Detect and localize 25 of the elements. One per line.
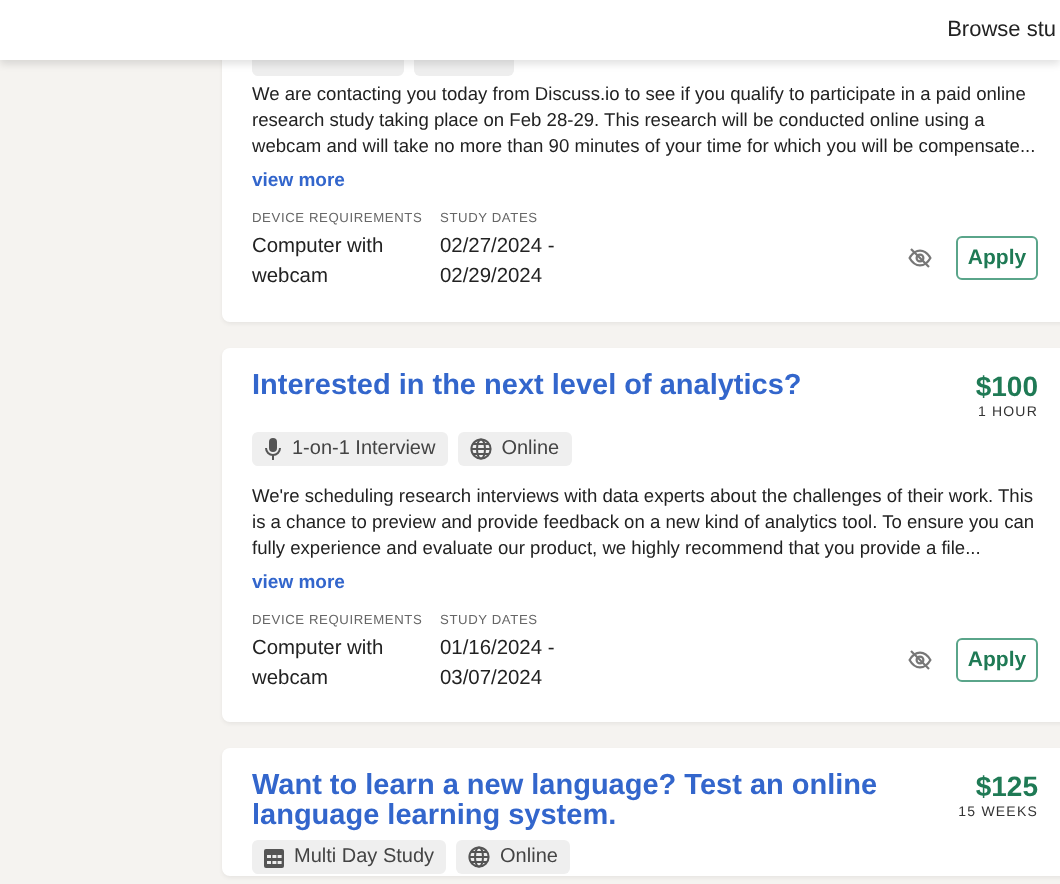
tag-chip: 1-on-1 Interview xyxy=(252,432,448,466)
apply-button[interactable]: Apply xyxy=(956,638,1038,682)
study-price: $100 xyxy=(975,370,1038,402)
field-value: 02/27/2024 - 02/29/2024 xyxy=(440,234,557,292)
field-value: Computer with webcam xyxy=(252,234,386,292)
apply-button[interactable]: Apply xyxy=(956,236,1038,280)
eye-slash-icon[interactable] xyxy=(908,650,932,670)
tag-chip: Multi Day Study xyxy=(252,840,447,874)
globe-icon xyxy=(469,438,492,460)
globe-icon xyxy=(468,846,491,868)
study-description: We are contacting you today from Discuss.io to see if you qualify to participate in a paid online research study taking place on Feb 28-29. This research will be conducted online using a webcam and will take no more than 90 minutes of your time for which you will be compensate... xyxy=(252,82,1038,160)
field-value: Computer with webcam xyxy=(252,636,386,694)
view-more-link[interactable]: view more xyxy=(252,168,345,194)
study-title[interactable]: Interested in the next level of analytics? xyxy=(252,372,912,420)
tag-chip: Online xyxy=(456,840,570,874)
microphone-icon xyxy=(264,438,282,460)
view-more-link[interactable]: view more xyxy=(252,570,345,596)
study-description: We're scheduling research interviews with data experts about the challenges of their work. This is a chance to preview and provide feedback on a new kind of analytics tool. To ensure you can fully experience and evaluate our product, we highly recommend that you provide a file... xyxy=(252,484,1037,562)
eye-slash-icon[interactable] xyxy=(908,248,932,268)
calendar-icon xyxy=(264,846,284,868)
browse-studies-link[interactable]: Browse stu xyxy=(947,18,1056,42)
field-value: 01/16/2024 - 03/07/2024 xyxy=(440,636,557,694)
study-price: $125 xyxy=(973,770,1038,802)
tag-chip: Online xyxy=(457,432,572,466)
study-title[interactable]: Want to learn a new language? Test an online language learning system. xyxy=(252,772,912,832)
